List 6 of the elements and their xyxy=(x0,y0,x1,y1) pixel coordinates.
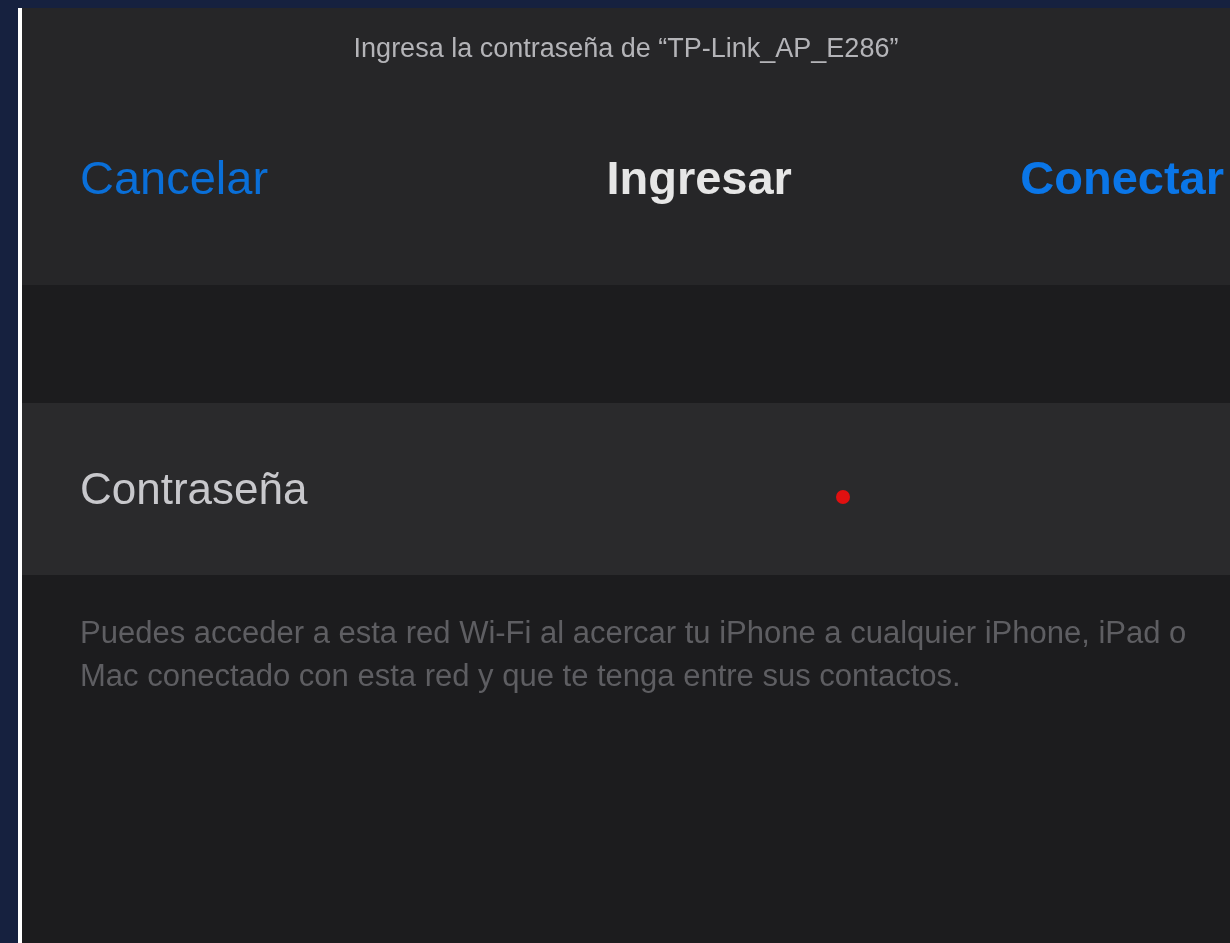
password-field[interactable]: Contraseña xyxy=(22,403,1230,575)
info-text: Puedes acceder a esta red Wi-Fi al acercar tu iPhone a cualquier iPhone, iPad o Mac conectado con esta red y que te tenga entre sus contactos. xyxy=(79,614,1188,695)
cancel-button[interactable]: Cancelar xyxy=(80,142,269,213)
connect-button[interactable]: Conectar xyxy=(1020,142,1224,213)
dialog-title: Ingresar xyxy=(606,149,792,206)
prompt-text: Ingresa la contraseña de “TP-Link_AP_E286” xyxy=(352,32,900,65)
